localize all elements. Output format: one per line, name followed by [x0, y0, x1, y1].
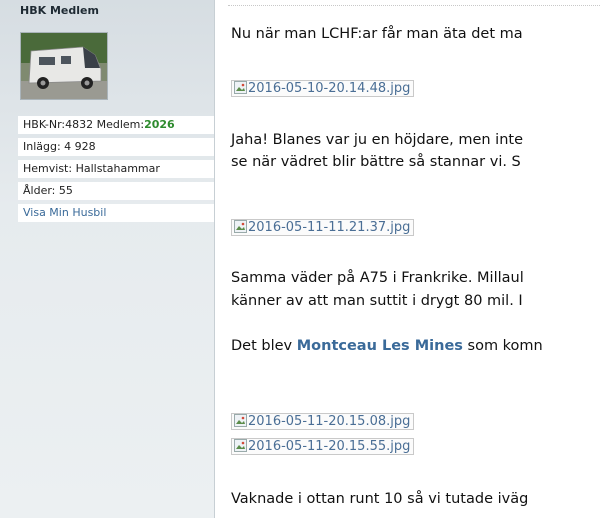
post-body: Nu när man LCHF:ar får man äta det ma 20… — [215, 0, 600, 518]
image-link[interactable]: 2016-05-11-11.21.37.jpg — [231, 219, 415, 236]
member-number-label: HBK-Nr:4832 Medlem: — [23, 118, 145, 131]
post-text-line: Det blev Montceau Les Mines som komn — [231, 336, 543, 357]
broken-image-icon — [234, 220, 247, 233]
broken-image-icon — [234, 81, 247, 94]
image-filename: 2016-05-10-20.14.48.jpg — [248, 81, 411, 96]
post-text-line: Jaha! Blanes var ju en höjdare, men inte — [231, 132, 524, 148]
show-motorhome-link[interactable]: Visa Min Husbil — [18, 204, 214, 222]
post-text-line: känner av att man suttit i drygt 80 mil.… — [231, 293, 523, 309]
member-home: Hemvist: Hallstahammar — [18, 160, 214, 178]
broken-image-icon — [234, 414, 247, 427]
member-sidebar: HBK Medlem HBK-Nr:4832 Medlem:2026 Inläg… — [0, 0, 215, 518]
post-text-line: se när vädret blir bättre så stannar vi.… — [231, 154, 521, 170]
member-rank: HBK Medlem — [20, 4, 99, 17]
member-posts: Inlägg: 4 928 — [18, 138, 214, 156]
image-link[interactable]: 2016-05-11-20.15.55.jpg — [231, 438, 415, 455]
post-text-line: Vaknade i ottan runt 10 så vi tutade ivä… — [231, 491, 529, 507]
image-filename: 2016-05-11-11.21.37.jpg — [248, 220, 411, 235]
place-link[interactable]: Montceau Les Mines — [297, 338, 463, 354]
post-text-line: Samma väder på A75 i Frankrike. Millaul — [231, 270, 524, 286]
image-filename: 2016-05-11-20.15.55.jpg — [248, 439, 411, 454]
member-number: HBK-Nr:4832 Medlem:2026 — [18, 116, 214, 134]
broken-image-icon — [234, 439, 247, 452]
text-fragment: Det blev — [231, 338, 297, 354]
post-text-line: Nu när man LCHF:ar får man äta det ma — [231, 26, 523, 42]
image-link[interactable]: 2016-05-11-20.15.08.jpg — [231, 413, 415, 430]
image-link[interactable]: 2016-05-10-20.14.48.jpg — [231, 80, 415, 97]
text-fragment: som komn — [462, 338, 543, 354]
member-year: 2026 — [144, 118, 175, 131]
post-divider — [228, 5, 600, 6]
motorhome-photo — [21, 33, 107, 99]
image-filename: 2016-05-11-20.15.08.jpg — [248, 414, 411, 429]
member-age: Ålder: 55 — [18, 182, 214, 200]
member-avatar[interactable] — [20, 32, 108, 100]
